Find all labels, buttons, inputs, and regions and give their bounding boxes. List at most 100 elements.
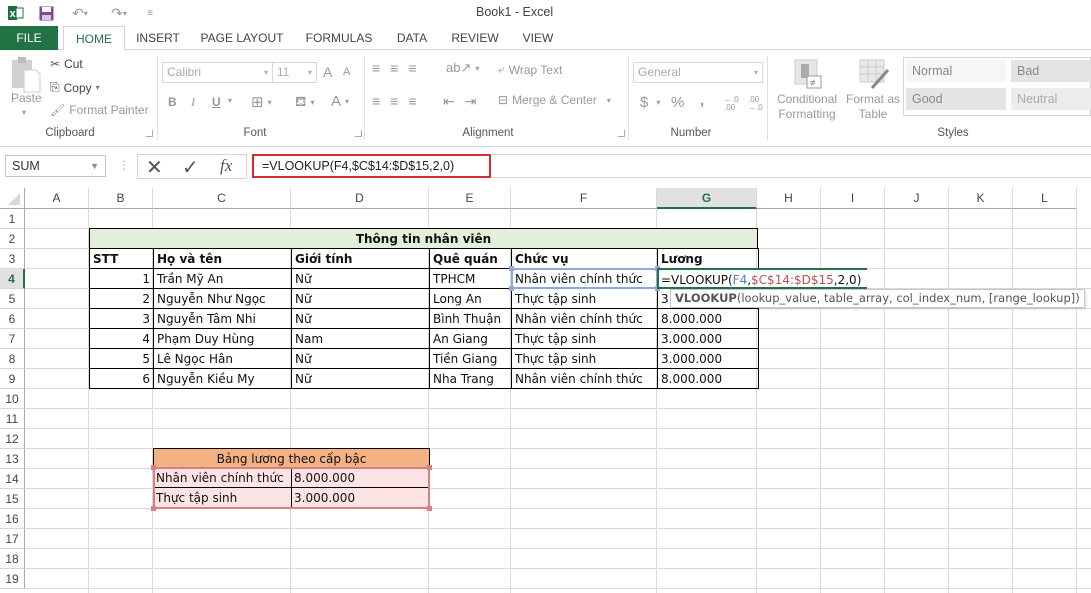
wrap-text-button[interactable]: ⤶ Wrap Text <box>498 62 562 77</box>
range-handle[interactable] <box>509 286 514 291</box>
bold-button[interactable]: B <box>168 95 177 109</box>
font-color-button[interactable]: A ▾ <box>331 93 349 110</box>
row-header-2[interactable]: 2 <box>0 229 25 249</box>
range-handle[interactable] <box>427 506 432 511</box>
employee-header-cell[interactable]: Chức vụ <box>511 248 658 269</box>
comma-button[interactable]: , <box>700 92 704 109</box>
enter-icon[interactable]: ✓ <box>182 155 199 180</box>
employee-cell-position[interactable]: Thực tập sinh <box>511 328 658 349</box>
employee-cell-hometown[interactable]: An Giang <box>429 328 512 349</box>
underline-button[interactable]: U <box>212 95 221 109</box>
employee-cell-position[interactable]: Nhân viên chính thức <box>511 308 658 329</box>
column-header-a[interactable]: A <box>25 188 89 209</box>
formula-input-extension[interactable] <box>492 154 1091 178</box>
name-box[interactable]: SUM ▼ <box>5 155 106 177</box>
employee-cell-salary[interactable]: 3.000.000 <box>657 328 759 349</box>
tab-data[interactable]: DATA <box>391 26 433 50</box>
row-header-18[interactable]: 18 <box>0 549 25 569</box>
font-launcher-icon[interactable] <box>355 130 362 137</box>
grow-font-button[interactable]: A <box>323 64 332 80</box>
employee-cell-hometown[interactable]: Bình Thuận <box>429 308 512 329</box>
employee-header-cell[interactable]: Quê quán <box>429 248 512 269</box>
cancel-icon[interactable]: ✕ <box>146 155 163 180</box>
employee-cell-name[interactable]: Lê Ngọc Hân <box>153 348 292 369</box>
column-header-j[interactable]: J <box>885 188 949 209</box>
column-header-l[interactable]: L <box>1013 188 1077 209</box>
active-cell-editor[interactable]: =VLOOKUP(F4,$C$14:$D$15,2,0) <box>657 268 867 289</box>
employee-cell-salary[interactable]: 8.000.000 <box>657 368 759 389</box>
range-handle[interactable] <box>151 506 156 511</box>
horizontal-align-buttons[interactable]: ≡ ≡ ≡ <box>372 93 423 109</box>
row-header-1[interactable]: 1 <box>0 209 25 229</box>
copy-button[interactable]: ⎘ Copy ▾ <box>50 80 100 95</box>
row-header-8[interactable]: 8 <box>0 349 25 369</box>
row-header-14[interactable]: 14 <box>0 469 25 489</box>
column-header-c[interactable]: C <box>153 188 291 209</box>
column-header-g[interactable]: G <box>657 188 757 209</box>
row-header-13[interactable]: 13 <box>0 449 25 469</box>
employee-cell-hometown[interactable]: Tiền Giang <box>429 348 512 369</box>
currency-button[interactable]: $ ▾ <box>640 94 660 111</box>
employee-table-title[interactable]: Thông tin nhân viên <box>89 228 758 249</box>
column-header-h[interactable]: H <box>757 188 821 209</box>
column-header-d[interactable]: D <box>291 188 429 209</box>
row-header-5[interactable]: 5 <box>0 289 25 309</box>
employee-cell-stt[interactable]: 1 <box>89 268 154 289</box>
column-header-i[interactable]: I <box>821 188 885 209</box>
row-header-9[interactable]: 9 <box>0 369 25 389</box>
range-handle[interactable] <box>509 266 514 271</box>
style-normal[interactable]: Normal <box>906 60 1006 82</box>
row-header-11[interactable]: 11 <box>0 409 25 429</box>
employee-cell-stt[interactable]: 3 <box>89 308 154 329</box>
underline-dropdown-icon[interactable]: ▾ <box>228 96 232 105</box>
vertical-align-buttons[interactable]: ≡ ≡ ≡ <box>372 60 423 76</box>
shrink-font-button[interactable]: A <box>343 66 350 78</box>
orientation-button[interactable]: ab↗ ▾ <box>446 60 479 76</box>
tab-insert[interactable]: INSERT <box>132 26 184 50</box>
row-header-3[interactable]: 3 <box>0 249 25 269</box>
employee-cell-gender[interactable]: Nữ <box>291 368 430 389</box>
range-handle[interactable] <box>151 465 156 470</box>
style-bad[interactable]: Bad <box>1011 60 1091 82</box>
style-neutral[interactable]: Neutral <box>1011 88 1091 110</box>
tab-file[interactable]: FILE <box>0 26 58 50</box>
range-handle[interactable] <box>427 465 432 470</box>
tab-review[interactable]: REVIEW <box>449 26 501 50</box>
salary-table-title[interactable]: Bảng lương theo cấp bậc <box>153 448 430 469</box>
employee-cell-stt[interactable]: 6 <box>89 368 154 389</box>
employee-cell-gender[interactable]: Nữ <box>291 308 430 329</box>
employee-cell-stt[interactable]: 2 <box>89 288 154 309</box>
paste-icon[interactable] <box>10 56 42 96</box>
row-header-16[interactable]: 16 <box>0 509 25 529</box>
tab-home[interactable]: HOME <box>63 26 125 51</box>
employee-cell-name[interactable]: Nguyễn Như Ngọc <box>153 288 292 309</box>
alignment-launcher-icon[interactable] <box>618 130 625 137</box>
employee-header-cell[interactable]: Lương <box>657 248 759 269</box>
employee-cell-hometown[interactable]: TPHCM <box>429 268 512 289</box>
row-header-12[interactable]: 12 <box>0 429 25 449</box>
tab-view[interactable]: VIEW <box>518 26 558 50</box>
employee-cell-gender[interactable]: Nữ <box>291 268 430 289</box>
borders-button[interactable]: ⊞ ▾ <box>251 93 272 111</box>
tab-page-layout[interactable]: PAGE LAYOUT <box>199 26 285 50</box>
conditional-formatting-button[interactable]: Conditional Formatting <box>777 92 837 122</box>
italic-button[interactable]: I <box>191 95 195 110</box>
employee-cell-name[interactable]: Nguyễn Tâm Nhi <box>153 308 292 329</box>
row-header-15[interactable]: 15 <box>0 489 25 509</box>
row-header-7[interactable]: 7 <box>0 329 25 349</box>
indent-buttons[interactable]: ⇤ ⇥ <box>443 93 482 110</box>
column-header-k[interactable]: K <box>949 188 1013 209</box>
employee-cell-hometown[interactable]: Long An <box>429 288 512 309</box>
employee-cell-stt[interactable]: 5 <box>89 348 154 369</box>
column-header-e[interactable]: E <box>429 188 511 209</box>
employee-cell-hometown[interactable]: Nha Trang <box>429 368 512 389</box>
employee-header-cell[interactable]: Giới tính <box>291 248 430 269</box>
employee-cell-gender[interactable]: Nữ <box>291 288 430 309</box>
number-format-dropdown[interactable]: General ▾ <box>633 62 763 83</box>
paste-button[interactable]: Paste <box>11 91 42 105</box>
font-size-dropdown[interactable]: 11 ▾ <box>272 62 317 83</box>
employee-cell-stt[interactable]: 4 <box>89 328 154 349</box>
insert-function-icon[interactable]: fx <box>220 156 232 176</box>
merge-center-button[interactable]: ⊟ Merge & Center ▾ <box>498 93 611 107</box>
column-header-b[interactable]: B <box>89 188 153 209</box>
